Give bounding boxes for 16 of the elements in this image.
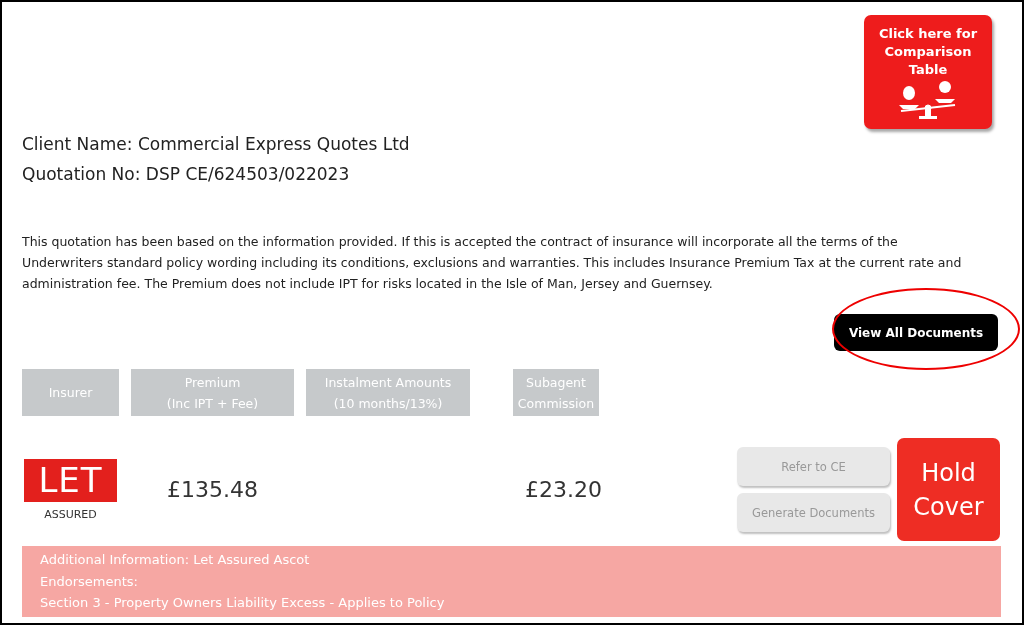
column-header: Insurer: [22, 369, 119, 416]
client-name: Client Name: Commercial Express Quotes Ltd: [22, 133, 411, 156]
disclaimer-text: This quotation has been based on the information provided. If this is accepted the contract of insurance will incorporate all the terms of the Underwriters standard policy wording including its conditions, exclusions and warranties. This includes Insurance Premium Tax at the current rate and administration fee. The Premium does not include IPT for risks located in the Isle of Man, Jersey and Guernsey.: [22, 233, 962, 293]
premium-amount: £135.48: [166, 477, 259, 502]
info-line: Endorsements:: [40, 572, 139, 591]
column-header: Premium (Inc IPT + Fee): [131, 369, 294, 416]
commission-amount: £23.20: [525, 477, 599, 502]
column-header: Subagent Commission: [513, 369, 599, 416]
info-line: Additional Information: Let Assured Ascot: [40, 551, 311, 569]
column-header: Instalment Amounts (10 months/13%): [306, 369, 470, 416]
insurer-logo: LET ASSURED: [22, 458, 119, 521]
quotation-number: Quotation No: DSP CE/624503/022023: [22, 163, 351, 186]
view-all-documents-button[interactable]: View All Documents: [834, 314, 998, 351]
info-line: Section 3 - Property Owners Liability Excess - Applies to Policy: [40, 594, 446, 612]
hold-cover-button[interactable]: Hold Cover: [897, 438, 1000, 541]
comparison-table-button[interactable]: Click here for Comparison Table: [864, 15, 992, 129]
